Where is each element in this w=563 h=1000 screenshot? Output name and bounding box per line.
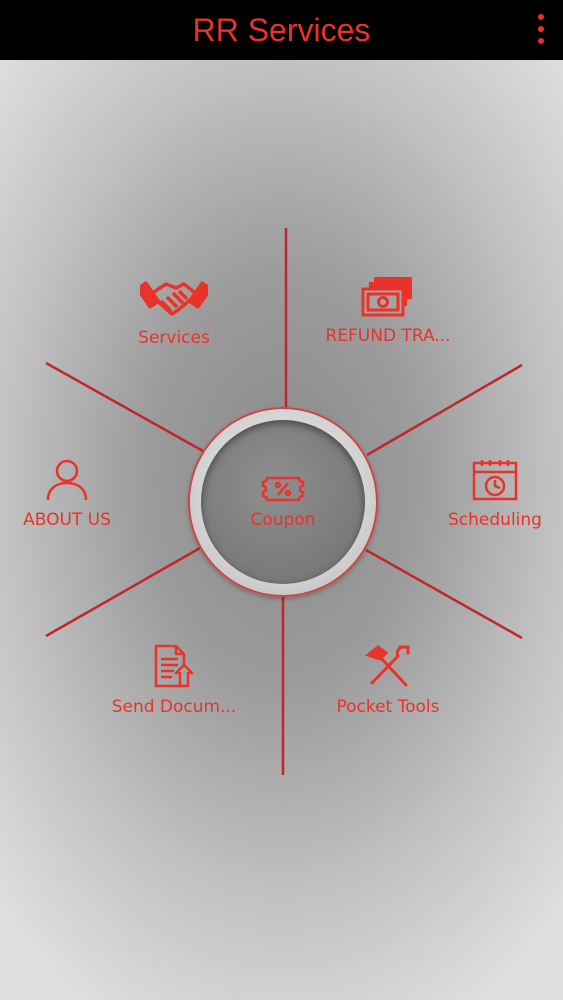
menu-item-label: REFUND TRA... (325, 326, 451, 346)
center-hub: Coupon (188, 407, 378, 597)
menu-item-services[interactable]: Services (89, 272, 259, 348)
menu-item-label: ABOUT US (23, 510, 111, 530)
person-icon (46, 459, 88, 501)
app-screen: RR Services Services REFUND TRA... ABOUT… (0, 0, 563, 1000)
tools-icon (364, 645, 410, 687)
calendar-clock-icon (472, 460, 518, 501)
menu-item-pocket-tools[interactable]: Pocket Tools (303, 643, 473, 717)
menu-item-send-documents[interactable]: Send Docum... (89, 643, 259, 717)
menu-item-about-us[interactable]: ABOUT US (0, 458, 152, 530)
menu-item-scheduling[interactable]: Scheduling (410, 458, 563, 530)
menu-item-label: Services (138, 328, 210, 348)
menu-item-label: Pocket Tools (336, 697, 440, 717)
divider-line-lower-right (365, 548, 523, 640)
menu-item-label: Scheduling (448, 510, 542, 530)
coupon-button[interactable]: Coupon (201, 474, 365, 530)
divider-line-upper-right (366, 363, 523, 457)
divider-line-lower-left (45, 546, 201, 638)
menu-item-refund[interactable]: REFUND TRA... (303, 274, 473, 346)
handshake-icon (140, 281, 208, 316)
document-upload-icon (154, 644, 194, 688)
center-hub-inner: Coupon (201, 420, 365, 584)
coupon-label: Coupon (250, 510, 316, 530)
divider-line-upper-left (45, 361, 204, 453)
money-stack-icon (361, 277, 412, 317)
coupon-percent-icon (261, 476, 305, 502)
menu-item-label: Send Docum... (111, 697, 237, 717)
